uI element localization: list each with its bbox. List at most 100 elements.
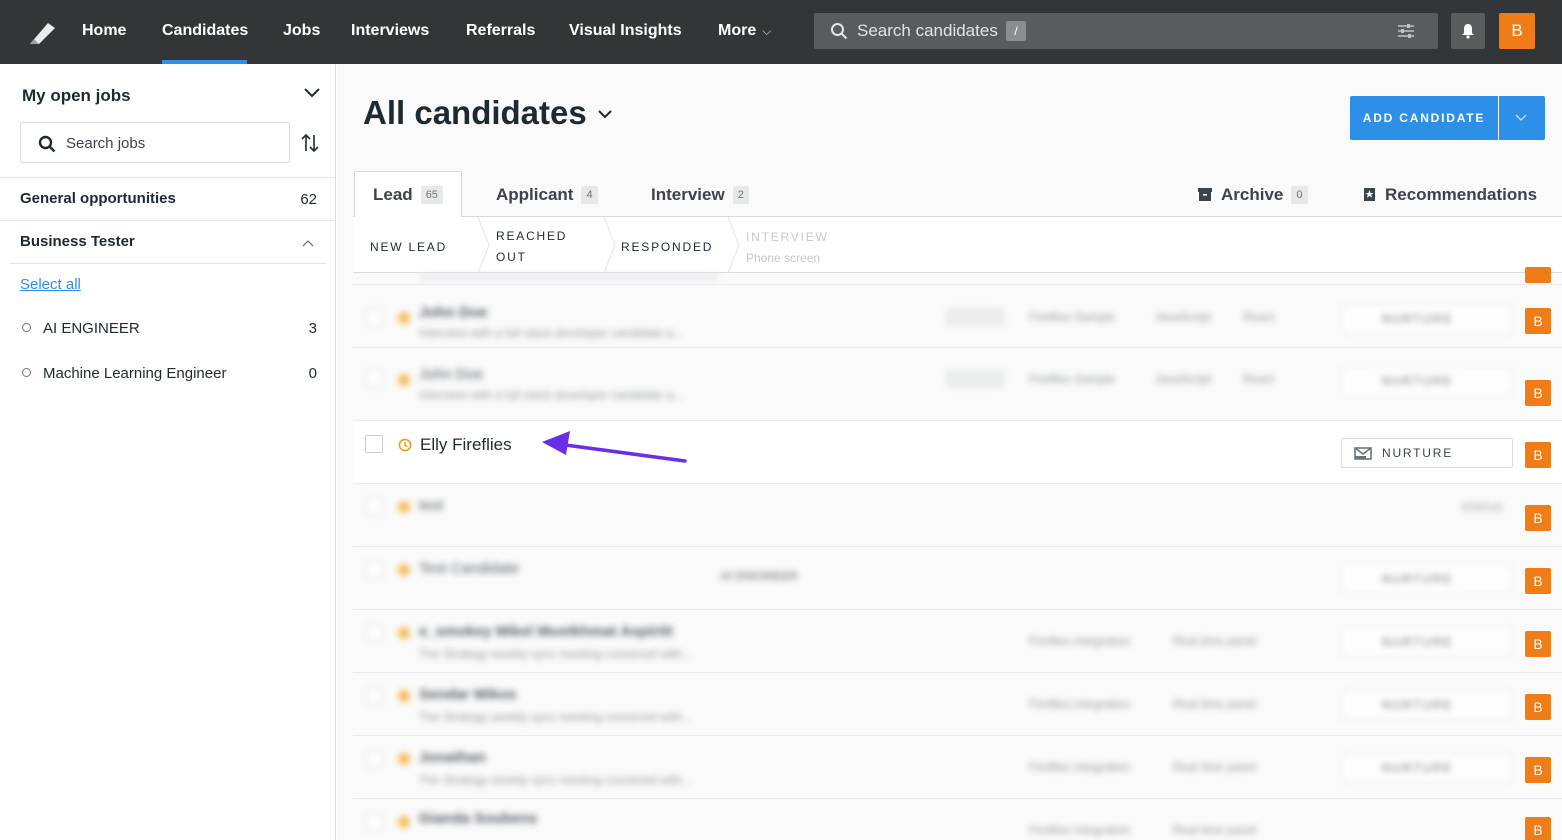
nav-interviews[interactable]: Interviews [351,22,429,40]
filter-sliders-icon[interactable] [1397,23,1415,39]
page-title[interactable]: All candidates [363,94,587,132]
status-text: STATUS [1461,502,1503,514]
candidate-name[interactable]: John Doe [419,366,483,383]
candidate-name[interactable]: test [419,497,443,514]
tab-applicant[interactable]: Applicant 4 [496,172,598,217]
tab-recommendations[interactable]: Recommendations [1363,172,1537,217]
candidate-name[interactable]: e_smokey Mikel Mustkhmat Aspiritt [419,623,673,640]
row-avatar[interactable] [1525,267,1551,283]
nav-candidates[interactable]: Candidates [162,22,248,40]
job-count: 0 [308,365,317,382]
row-avatar[interactable]: B [1525,694,1551,720]
sidebar-item-count: 62 [300,191,317,208]
add-candidate-dropdown[interactable] [1499,96,1545,140]
nav-more[interactable]: More ⌵ [718,22,771,40]
stage-button[interactable]: NURTURE [1341,627,1513,657]
stage-button-label: NURTURE [1382,374,1454,388]
search-placeholder: Search candidates [857,21,998,40]
table-row[interactable]: Jonathan The Strategy weekly sync meetin… [353,736,1562,799]
app-logo-icon[interactable] [28,20,58,46]
row-checkbox[interactable] [365,750,383,768]
tag: Real time panel [1173,697,1257,711]
nav-jobs[interactable]: Jobs [283,22,320,40]
row-avatar[interactable]: B [1525,757,1551,783]
candidate-name[interactable]: Elly Fireflies [420,435,512,455]
table-row[interactable]: test STATUS B [353,484,1562,547]
search-shortcut-key: / [1006,21,1026,41]
main-panel: All candidates ADD CANDIDATE Lead 65 Appl… [337,64,1562,840]
row-avatar[interactable]: B [1525,568,1551,594]
stage-button[interactable]: NURTURE [1341,753,1513,783]
tab-lead[interactable]: Lead 65 [354,171,462,218]
table-row[interactable]: John Doe Interview with a full stack dev… [353,348,1562,421]
user-avatar[interactable]: B [1499,13,1535,49]
nurture-button[interactable]: NURTURE [1341,438,1513,468]
row-checkbox[interactable] [365,624,383,642]
notifications-button[interactable] [1451,13,1485,49]
table-row[interactable]: Sendar Mikos The Strategy weekly sync me… [353,673,1562,736]
candidate-subtitle: Interview with a full stack developer ca… [419,388,684,402]
candidate-subtitle: The Strategy weekly sync meeting convene… [419,647,692,661]
table-row[interactable]: Test Candidate AI ENGINEER NURTURE B [353,547,1562,610]
stage-button[interactable]: NURTURE [1341,690,1513,720]
candidate-name[interactable]: Gianda Soubens [419,810,537,827]
clock-icon [398,564,410,576]
candidate-search[interactable]: Search candidates / [814,13,1438,49]
candidate-name[interactable]: John Doe [419,304,487,321]
select-all-link[interactable]: Select all [20,276,81,293]
search-icon [38,135,56,153]
add-candidate-button[interactable]: ADD CANDIDATE [1350,96,1498,140]
candidate-name[interactable]: Sendar Mikos [419,686,517,703]
job-search-input[interactable]: Search jobs [20,122,290,163]
row-avatar[interactable]: B [1525,631,1551,657]
sidebar-divider [0,177,335,178]
row-checkbox[interactable] [365,435,383,453]
chevron-down-icon: ⌵ [762,24,772,38]
sort-icon[interactable] [300,132,320,154]
tab-label: Applicant [496,185,574,204]
row-avatar[interactable]: B [1525,505,1551,531]
nav-more-label: More [718,22,757,39]
stage-responded[interactable]: RESPONDED [621,237,713,257]
job-tag: AI ENGINEER [720,569,799,583]
table-row[interactable]: John Doe Interview with a full stack dev… [353,286,1562,348]
stage-button[interactable]: NURTURE [1341,304,1513,334]
nav-visual-insights[interactable]: Visual Insights [569,22,682,40]
tab-count: 65 [420,186,443,204]
table-row-partial [353,267,1562,285]
stage-button-label: NURTURE [1382,635,1454,649]
table-row[interactable]: Gianda Soubens Fireflies integration Rea… [353,799,1562,840]
row-avatar[interactable]: B [1525,380,1551,406]
row-avatar[interactable]: B [1525,308,1551,334]
stage-button[interactable]: NURTURE [1341,366,1513,396]
chevron-down-icon[interactable] [303,87,321,99]
bell-icon [1462,24,1474,39]
row-checkbox[interactable] [365,498,383,516]
tab-interview[interactable]: Interview 2 [651,172,749,217]
nav-home[interactable]: Home [82,22,126,40]
stage-label: INTERVIEW [746,230,829,244]
row-checkbox[interactable] [365,308,383,326]
tab-count: 2 [732,186,749,204]
sidebar-title: My open jobs [22,86,131,105]
jobs-sidebar: My open jobs Search jobs General opportu… [0,64,336,840]
envelope-icon [1354,447,1372,460]
candidate-name[interactable]: Jonathan [419,749,486,766]
row-checkbox[interactable] [365,813,383,831]
stage-button[interactable]: NURTURE [1341,564,1513,594]
stage-new-lead[interactable]: NEW LEAD [370,237,447,257]
tag: Real time panel [1173,634,1257,648]
row-checkbox[interactable] [365,370,383,388]
tag: Real time panel [1173,823,1257,837]
nurture-label: NURTURE [1382,446,1454,460]
tab-archive[interactable]: Archive 0 [1197,172,1308,217]
chevron-down-icon[interactable] [598,110,612,119]
row-checkbox[interactable] [365,687,383,705]
nav-referrals[interactable]: Referrals [466,22,535,40]
candidate-name[interactable]: Test Candidate [419,560,519,577]
row-avatar[interactable]: B [1525,817,1551,840]
tab-label: Lead [373,185,413,204]
row-avatar[interactable]: B [1525,442,1551,468]
table-row[interactable]: e_smokey Mikel Mustkhmat Aspiritt The St… [353,610,1562,673]
row-checkbox[interactable] [365,561,383,579]
